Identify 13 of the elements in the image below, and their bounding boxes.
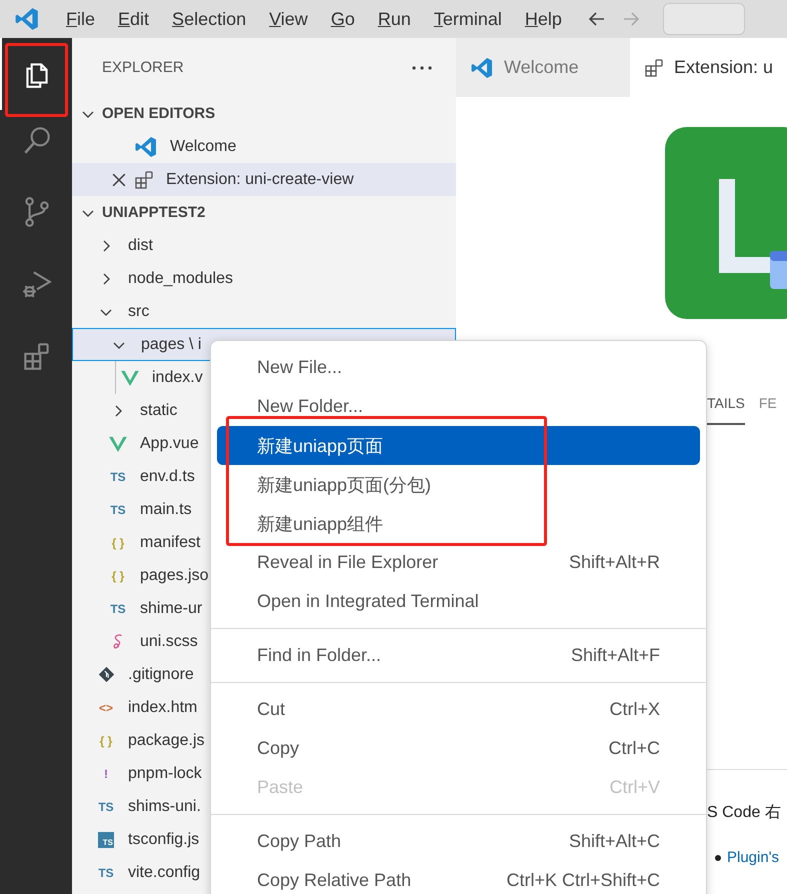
description-text: S Code 右: [707, 803, 782, 823]
file-type-icon: TS: [98, 800, 114, 814]
file-type-icon: { }: [112, 568, 124, 582]
explorer-title: EXPLORER: [102, 59, 184, 76]
file-type-icon: { }: [112, 536, 124, 550]
file-type-icon: TS: [98, 866, 114, 880]
file-type-icon: !: [104, 766, 108, 780]
file-type-icon: { }: [100, 734, 112, 748]
file-type-icon: TS: [110, 602, 126, 616]
file-type-icon: TS: [110, 470, 126, 484]
file-type-icon: TS: [110, 502, 126, 516]
tsconfig-file-icon: TS: [98, 832, 114, 848]
file-type-icon: <>: [98, 700, 113, 714]
